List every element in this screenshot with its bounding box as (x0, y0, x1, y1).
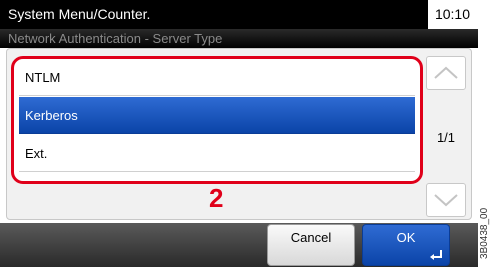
figure-code: 3B0438_00 (479, 207, 490, 260)
list-item-kerberos[interactable]: Kerberos (19, 97, 415, 134)
cancel-button[interactable]: Cancel (267, 224, 355, 266)
cancel-button-label: Cancel (290, 230, 332, 245)
ok-button[interactable]: OK (362, 224, 450, 266)
clock: 10:10 (428, 0, 478, 29)
step-number-callout: 2 (209, 183, 224, 213)
scroll-down-button[interactable] (426, 183, 466, 217)
chevron-down-icon (434, 194, 458, 207)
enter-icon (430, 250, 442, 260)
ok-button-label: OK (396, 230, 416, 245)
list-item-label: NTLM (25, 70, 61, 85)
chevron-up-icon (434, 66, 458, 79)
list-item-ntlm[interactable]: NTLM (19, 59, 415, 96)
device-screen: System Menu/Counter. 10:10 Network Authe… (0, 0, 478, 267)
server-type-list: NTLM Kerberos Ext. (11, 56, 423, 184)
list-item-label: Ext. (25, 146, 48, 161)
header: System Menu/Counter. 10:10 Network Authe… (0, 0, 478, 48)
list-item-ext[interactable]: Ext. (19, 135, 415, 172)
page-title: System Menu/Counter. (0, 0, 428, 29)
list-item-label: Kerberos (25, 108, 78, 123)
page-indicator: 1/1 (436, 130, 456, 145)
scroll-up-button[interactable] (426, 56, 466, 90)
breadcrumb: Network Authentication - Server Type (0, 29, 478, 48)
